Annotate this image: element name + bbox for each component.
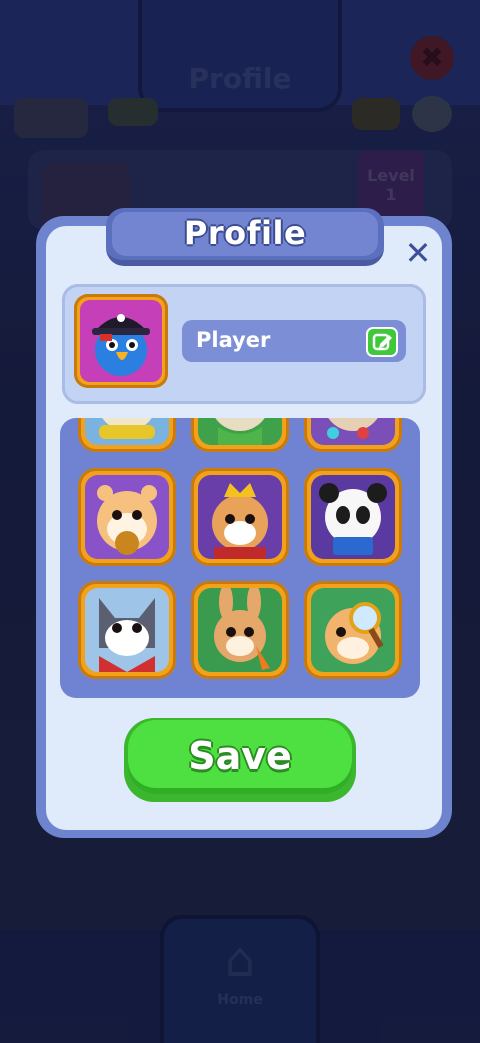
- cat-yellow-scarf-avatar: [85, 418, 169, 445]
- bunny-carrot-avatar: [198, 588, 282, 672]
- modal-title: Profile: [183, 214, 307, 252]
- avatar-grid-scroll[interactable]: [60, 418, 420, 698]
- parrot-pirate-avatar: [80, 300, 162, 382]
- avatar-tile-panda-book[interactable]: [304, 468, 402, 566]
- hamster-magnifier-avatar: [311, 588, 395, 672]
- dog-green-avatar: [198, 418, 282, 445]
- avatar-tile-monkey-gems[interactable]: [304, 418, 402, 452]
- avatar-tile-bunny-carrot[interactable]: [191, 581, 289, 679]
- panda-book-avatar: [311, 475, 395, 559]
- close-button[interactable]: ✕: [400, 236, 436, 272]
- edit-icon: [372, 333, 392, 351]
- avatar-tile-hamster-magnifier[interactable]: [304, 581, 402, 679]
- close-icon: ✕: [404, 234, 432, 272]
- save-button-label: Save: [188, 734, 292, 778]
- avatar-tile-dog-green[interactable]: [191, 418, 289, 452]
- avatar-tile-wolf-bandana[interactable]: [78, 581, 176, 679]
- avatar-tile-cat-yellow-scarf[interactable]: [78, 418, 176, 452]
- monkey-gems-avatar: [311, 418, 395, 445]
- selected-avatar[interactable]: [74, 294, 168, 388]
- cat-crown-avatar: [198, 475, 282, 559]
- player-name-text: Player: [196, 328, 271, 352]
- wolf-bandana-avatar: [85, 588, 169, 672]
- avatar-tile-cat-crown[interactable]: [191, 468, 289, 566]
- avatar-tile-hamster-cookie[interactable]: [78, 468, 176, 566]
- edit-name-button[interactable]: [366, 327, 398, 357]
- hamster-cookie-avatar: [85, 475, 169, 559]
